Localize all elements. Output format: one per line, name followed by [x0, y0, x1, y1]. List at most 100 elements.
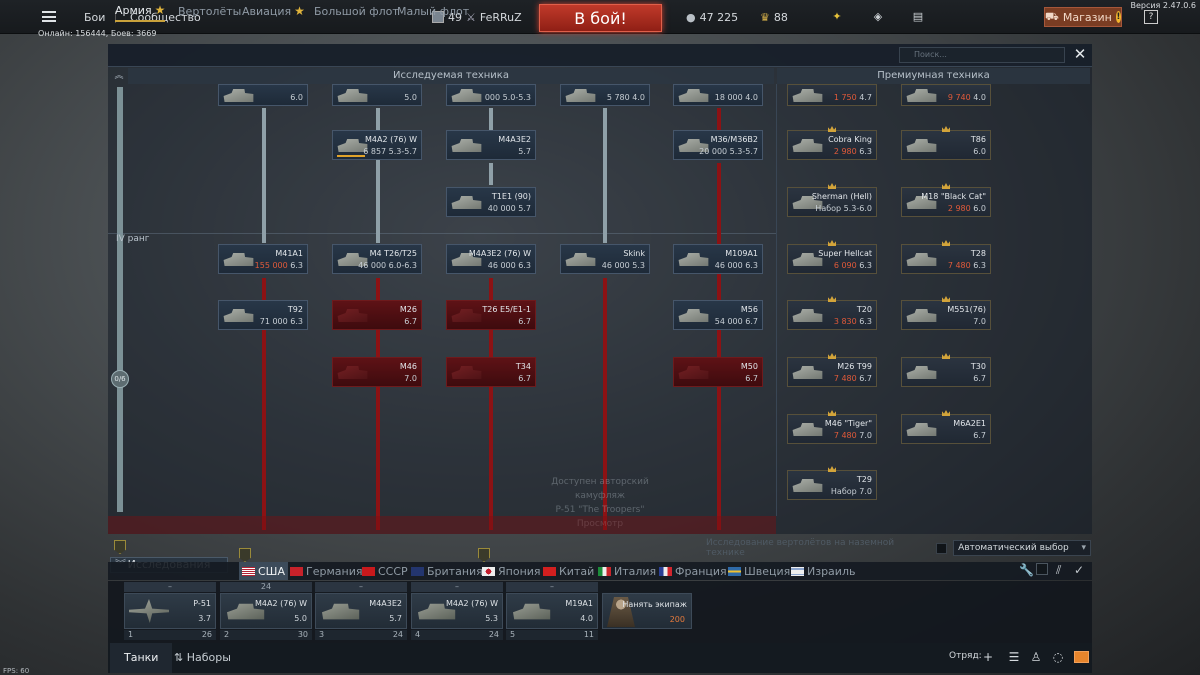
premium-vehicle-card[interactable]: T30 6.7 — [901, 357, 991, 387]
heli-research-checkbox[interactable] — [936, 542, 948, 554]
premium-vehicle-card[interactable]: T86 6.0 — [901, 130, 991, 160]
tab-helicopters[interactable]: Вертолёты — [178, 0, 241, 22]
list-icon[interactable]: ☰ — [1007, 650, 1021, 664]
nation-britain[interactable]: Британия — [411, 562, 483, 580]
shop-button[interactable]: ⛟ Магазин ! — [1044, 7, 1122, 27]
add-squad-icon[interactable]: + — [981, 650, 995, 664]
premium-vehicle-card[interactable]: 9 740 4.0 — [901, 84, 991, 106]
close-icon[interactable]: ✕ — [1072, 47, 1088, 63]
tab-coastal-fleet[interactable]: Малый флот — [397, 0, 469, 22]
slot-vehicle[interactable]: M19A1 4.0 — [506, 593, 598, 629]
nation-israel[interactable]: Израиль — [791, 562, 855, 580]
tab-aviation[interactable]: Авиация ★ — [242, 0, 305, 22]
crew-slot[interactable]: – M4A3E2 5.7 3 24 — [315, 582, 407, 640]
vehicle-name: T86 — [970, 135, 986, 144]
vehicle-card[interactable]: M4 T26/T25 46 000 6.0-6.3 — [332, 244, 422, 274]
search-input[interactable]: Поиск... — [899, 47, 1065, 63]
hire-crew-button[interactable]: Нанять экипаж 200 — [602, 593, 692, 629]
mail-icon[interactable] — [1074, 651, 1089, 663]
crew-slot[interactable]: – M4A2 (76) W 5.3 4 24 — [411, 582, 503, 640]
bottom-bar — [108, 643, 1092, 673]
slot-vehicle[interactable]: M4A3E2 5.7 — [315, 593, 407, 629]
vehicle-card[interactable]: T1E1 (90) 40 000 5.7 — [446, 187, 536, 217]
premium-vehicle-card[interactable]: M26 T99 7 480 6.7 — [787, 357, 877, 387]
chat-icon[interactable]: ◌ — [1051, 650, 1065, 664]
vehicle-card[interactable]: M4A3E2 (76) W 46 000 6.3 — [446, 244, 536, 274]
crew-slot[interactable]: 24 M4A2 (76) W 5.0 2 30 — [220, 582, 312, 640]
nation-sweden[interactable]: Швеция — [728, 562, 790, 580]
tab-army[interactable]: Армия ★ — [115, 0, 166, 22]
premium-vehicle-card[interactable]: Cobra King 2 980 6.3 — [787, 130, 877, 160]
nation-france[interactable]: Франция — [659, 562, 727, 580]
nation-germany[interactable]: Германия — [290, 562, 362, 580]
rank-progress-bar — [117, 87, 123, 512]
vehicle-name: T30 — [970, 362, 986, 371]
premium-vehicle-card[interactable]: M46 "Tiger" 7 480 7.0 — [787, 414, 877, 444]
to-battle-button[interactable]: В бой! — [539, 4, 662, 32]
slashes-icon[interactable]: ⫽ — [1056, 563, 1061, 578]
shop-label: Магазин — [1062, 10, 1112, 24]
crew-slot[interactable]: – P-51 3.7 1 26 — [124, 582, 216, 640]
premium-vehicle-card[interactable]: Sherman (Hell) Набор 5.3-6.0 — [787, 187, 877, 217]
collapse-up-icon[interactable]: ︽ — [113, 70, 125, 82]
slot-vehicle[interactable]: M4A2 (76) W 5.0 — [220, 593, 312, 629]
slot-vehicle[interactable]: P-51 3.7 — [124, 593, 216, 629]
vehicle-card-locked[interactable]: T34 6.7 — [446, 357, 536, 387]
premium-vehicle-card[interactable]: 1 750 4.7 — [787, 84, 877, 106]
silver-lions[interactable]: ● 47 225 — [686, 0, 738, 34]
contacts-icon[interactable]: ♙ — [1029, 650, 1043, 664]
vehicle-card-locked[interactable]: M46 7.0 — [332, 357, 422, 387]
research-progress — [337, 155, 365, 157]
coupon-icon[interactable]: ▤ — [911, 10, 925, 24]
premium-vehicle-card[interactable]: M18 "Black Cat" 2 980 6.0 — [901, 187, 991, 217]
tab-helicopters-label: Вертолёты — [178, 4, 242, 18]
tab-tanks[interactable]: Танки — [110, 643, 173, 673]
crew-slot[interactable]: – M19A1 4.0 5 11 — [506, 582, 598, 640]
player-nickname: FeRRuZ — [479, 10, 522, 24]
lightbulb-icon[interactable]: ✦ — [830, 10, 844, 24]
nation-usa[interactable]: США — [239, 562, 288, 580]
vehicle-card[interactable]: M4A2 (76) W 6 857 5.3-5.7 — [332, 130, 422, 160]
premium-vehicle-card[interactable]: M551(76) 7.0 — [901, 300, 991, 330]
nation-label: Китай — [559, 564, 595, 578]
wrench-icon[interactable]: 🔧 — [1019, 563, 1034, 577]
vehicle-card[interactable]: M41A1 155 000 6.3 — [218, 244, 308, 274]
premium-vehicle-card[interactable]: T29 Набор 7.0 — [787, 470, 877, 500]
vehicle-card-locked[interactable]: T26 E5/E1-1 6.7 — [446, 300, 536, 330]
vehicle-card-locked[interactable]: M50 6.7 — [673, 357, 763, 387]
vehicle-card[interactable]: 5.0 — [332, 84, 422, 106]
nation-japan[interactable]: Япония — [482, 562, 541, 580]
vehicle-card[interactable]: 6.0 — [218, 84, 308, 106]
vehicle-card[interactable]: M36/M36B2 20 000 5.3-5.7 — [673, 130, 763, 160]
nation-italy[interactable]: Италия — [598, 562, 656, 580]
vehicle-card[interactable]: 18 000 4.0 — [673, 84, 763, 106]
menu-icon[interactable] — [42, 11, 56, 22]
slot-vehicle[interactable]: M4A2 (76) W 5.3 — [411, 593, 503, 629]
checkmark-icon[interactable]: ✓ — [1074, 563, 1084, 577]
vehicle-card-locked[interactable]: M26 6.7 — [332, 300, 422, 330]
vehicle-card[interactable]: M56 54 000 6.7 — [673, 300, 763, 330]
nation-china[interactable]: Китай — [543, 562, 594, 580]
vehicle-card[interactable]: M109A1 46 000 6.3 — [673, 244, 763, 274]
emblem-icon[interactable]: ◈ — [871, 10, 885, 24]
premium-vehicle-card[interactable]: T20 3 830 6.3 — [787, 300, 877, 330]
premium-vehicle-card[interactable]: T28 7 480 6.3 — [901, 244, 991, 274]
vehicle-card[interactable]: M4A3E2 5.7 — [446, 130, 536, 160]
auto-select-dropdown[interactable]: Автоматический выбор — [953, 540, 1091, 556]
vehicle-card[interactable]: T92 71 000 6.3 — [218, 300, 308, 330]
vehicle-card[interactable]: Skink 46 000 5.3 — [560, 244, 650, 274]
slot-vehicle-name: P-51 — [193, 599, 211, 608]
vehicle-card[interactable]: 5 780 4.0 — [560, 84, 650, 106]
tab-presets[interactable]: ⇅ Наборы — [174, 643, 231, 673]
vehicle-stats: 6.7 — [518, 317, 531, 326]
vehicle-stats: 54 000 6.7 — [714, 317, 758, 326]
nation-ussr[interactable]: СССР — [362, 562, 408, 580]
tab-bluewater-fleet[interactable]: Большой флот — [314, 0, 399, 22]
premium-vehicle-card[interactable]: M6A2E1 6.7 — [901, 414, 991, 444]
golden-eagles[interactable]: ♛ 88 — [760, 0, 788, 34]
filter-checkbox[interactable] — [1036, 563, 1048, 575]
help-icon[interactable]: ? — [1144, 10, 1158, 24]
premium-vehicle-card[interactable]: Super Hellcat 6 090 6.3 — [787, 244, 877, 274]
vehicle-card[interactable]: 000 5.0-5.3 — [446, 84, 536, 106]
vehicle-stats: 6.7 — [973, 374, 986, 383]
